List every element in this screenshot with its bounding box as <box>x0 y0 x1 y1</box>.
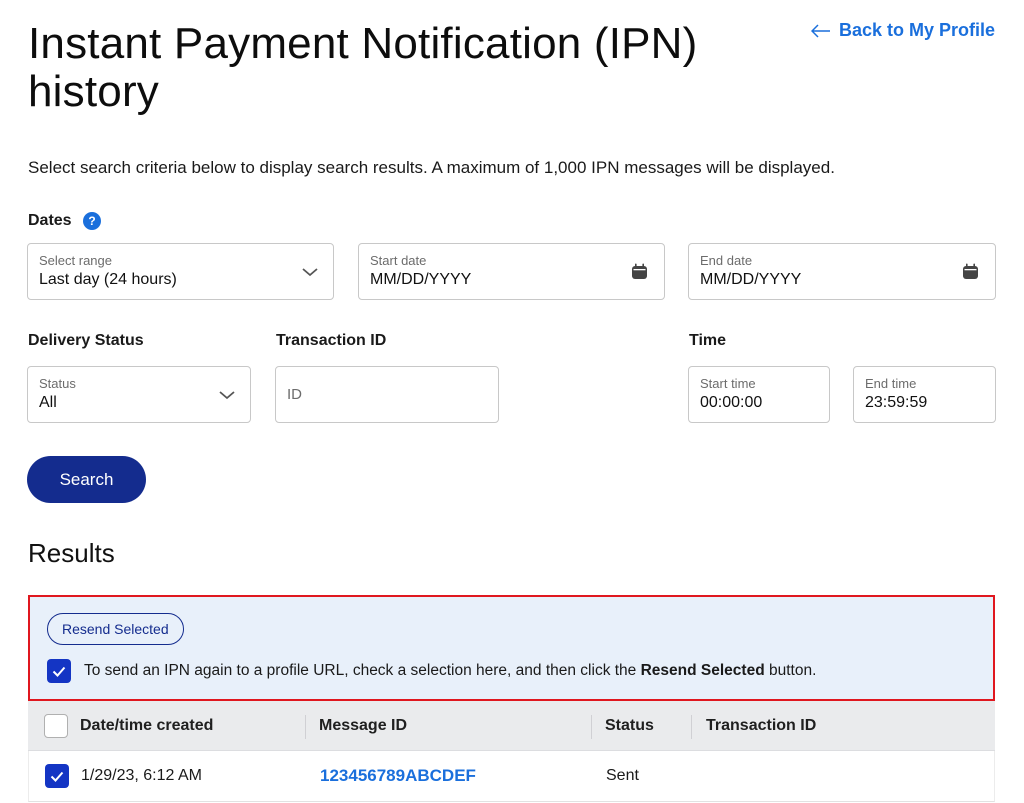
start-date-label: Start date <box>370 253 427 268</box>
results-table: Date/time created Message ID Status Tran… <box>28 701 995 802</box>
column-divider <box>691 715 692 739</box>
resend-panel: Resend Selected To send an IPN again to … <box>28 595 995 701</box>
table-header: Date/time created Message ID Status Tran… <box>28 701 995 751</box>
row-message-id-cell: 123456789ABCDEF <box>320 751 476 801</box>
date-range-value: Last day (24 hours) <box>39 271 177 288</box>
checkmark-icon <box>52 666 66 677</box>
start-date-value: MM/DD/YYYY <box>370 271 472 288</box>
row-date: 1/29/23, 6:12 AM <box>81 767 202 784</box>
transaction-id-input[interactable]: ID <box>275 366 499 423</box>
end-time-value: 23:59:59 <box>865 394 928 411</box>
arrow-left-icon <box>810 23 830 38</box>
transaction-id-label: Transaction ID <box>276 332 387 349</box>
status-select-label: Status <box>39 376 76 391</box>
column-header-date[interactable]: Date/time created <box>80 701 213 751</box>
end-date-value: MM/DD/YYYY <box>700 271 802 288</box>
start-time-value: 00:00:00 <box>700 394 763 411</box>
end-date-field[interactable]: End date MM/DD/YYYY <box>688 243 996 300</box>
search-button[interactable]: Search <box>27 456 146 503</box>
intro-text: Select search criteria below to display … <box>28 158 835 177</box>
end-date-label: End date <box>700 253 753 268</box>
chevron-down-icon <box>219 391 235 400</box>
table-row: 1/29/23, 6:12 AM 123456789ABCDEF Sent <box>28 751 995 802</box>
page-title: Instant Payment Notification (IPN) histo… <box>28 19 698 116</box>
start-time-field[interactable]: Start time 00:00:00 <box>688 366 830 423</box>
date-range-select[interactable]: Select range Last day (24 hours) <box>27 243 334 300</box>
delivery-status-label: Delivery Status <box>28 332 144 349</box>
transaction-id-placeholder: ID <box>287 386 302 403</box>
results-title: Results <box>28 538 115 568</box>
calendar-icon[interactable] <box>962 263 979 280</box>
select-all-checkbox[interactable] <box>44 714 68 738</box>
column-divider <box>305 715 306 739</box>
date-range-label: Select range <box>39 253 112 268</box>
resend-text-bold: Resend Selected <box>640 662 765 679</box>
end-time-label: End time <box>865 376 917 391</box>
status-select[interactable]: Status All <box>27 366 251 423</box>
start-time-label: Start time <box>700 376 756 391</box>
back-to-profile-link[interactable]: Back to My Profile <box>810 20 995 41</box>
row-status: Sent <box>606 767 639 784</box>
resend-checkbox[interactable] <box>47 659 71 683</box>
resend-text-after: button. <box>764 662 817 679</box>
time-label: Time <box>689 332 727 349</box>
start-date-field[interactable]: Start date MM/DD/YYYY <box>358 243 665 300</box>
help-icon[interactable]: ? <box>83 212 101 230</box>
calendar-icon[interactable] <box>631 263 648 280</box>
column-header-transaction-id[interactable]: Transaction ID <box>706 701 816 751</box>
resend-instruction-text: To send an IPN again to a profile URL, c… <box>84 662 816 680</box>
resend-text-before: To send an IPN again to a profile URL, c… <box>84 662 641 679</box>
checkmark-icon <box>50 771 64 782</box>
resend-instruction-row: To send an IPN again to a profile URL, c… <box>47 659 816 683</box>
row-checkbox[interactable] <box>45 764 69 788</box>
message-id-link[interactable]: 123456789ABCDEF <box>320 766 476 786</box>
column-divider <box>591 715 592 739</box>
status-select-value: All <box>39 394 57 411</box>
back-link-label: Back to My Profile <box>838 20 995 40</box>
column-header-message-id[interactable]: Message ID <box>319 701 407 751</box>
end-time-field[interactable]: End time 23:59:59 <box>853 366 996 423</box>
dates-label: Dates <box>28 212 72 229</box>
chevron-down-icon <box>302 268 318 277</box>
resend-selected-button[interactable]: Resend Selected <box>47 613 184 645</box>
column-header-status[interactable]: Status <box>605 701 654 751</box>
